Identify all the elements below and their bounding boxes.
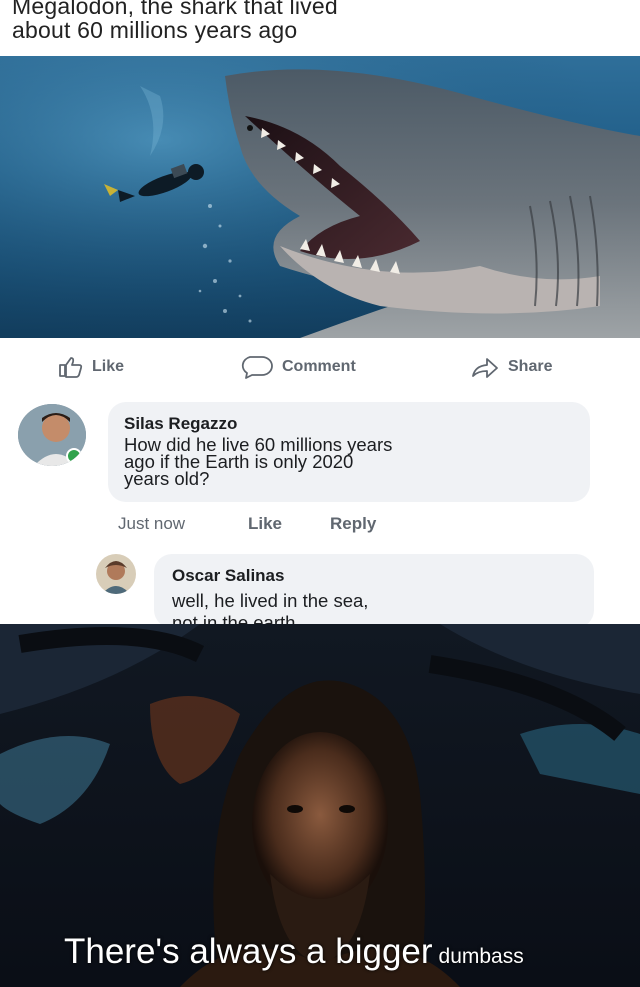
post-action-bar: Like Comment Share bbox=[0, 352, 640, 382]
meme-movie-still: There's always a bigger dumbass bbox=[0, 624, 640, 987]
comment-bubble-icon bbox=[238, 355, 274, 379]
comment-timestamp: Just now bbox=[118, 514, 186, 533]
meme-caption-small: dumbass bbox=[438, 945, 524, 968]
comment-action[interactable]: Comment bbox=[238, 352, 356, 382]
megalodon-photo bbox=[0, 56, 640, 338]
meme-caption-main: There's always a bigger bbox=[64, 932, 433, 971]
comment-author[interactable]: Silas Regazzo bbox=[124, 414, 237, 434]
comment-like-button[interactable]: Like bbox=[248, 514, 282, 534]
comment-action-label: Comment bbox=[282, 358, 356, 375]
share-action-label: Share bbox=[508, 358, 553, 375]
share-action[interactable]: Share bbox=[470, 352, 552, 382]
avatar[interactable] bbox=[96, 554, 136, 594]
facebook-post-screenshot: Megalodon, the shark that lived about 60… bbox=[0, 0, 640, 633]
post-title: Megalodon, the shark that lived about 60… bbox=[12, 0, 632, 42]
comment-author[interactable]: Oscar Salinas bbox=[172, 566, 284, 586]
like-action[interactable]: Like bbox=[58, 352, 124, 382]
post-title-line-2: about 60 millions years ago bbox=[12, 17, 298, 43]
comment-text-line: well, he lived in the sea, bbox=[172, 590, 369, 611]
avatar[interactable] bbox=[18, 404, 86, 466]
comment-text-line: years old? bbox=[124, 468, 210, 489]
thumbs-up-icon bbox=[58, 356, 84, 378]
share-arrow-icon bbox=[470, 356, 500, 378]
comment-text: How did he live 60 millions years ago if… bbox=[124, 435, 392, 489]
comment-reply-button[interactable]: Reply bbox=[330, 514, 376, 534]
meme-caption: There's always a bigger dumbass bbox=[64, 932, 524, 972]
post-title-line-1: Megalodon, the shark that lived bbox=[12, 0, 338, 19]
like-action-label: Like bbox=[92, 358, 125, 375]
megalodon-illustration bbox=[0, 56, 640, 338]
